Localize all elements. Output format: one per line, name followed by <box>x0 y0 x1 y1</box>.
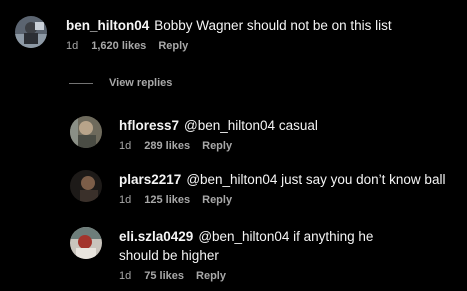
reply-comment: plars2217 @ben_hilton04 just say you don’… <box>70 170 464 206</box>
reply-button[interactable]: Reply <box>202 140 232 152</box>
comment-text-line: ben_hilton04 Bobby Wagner should not be o… <box>66 16 466 35</box>
avatar[interactable] <box>70 170 102 202</box>
avatar-photo-icon <box>70 116 102 148</box>
view-replies-label: View replies <box>109 77 173 89</box>
avatar[interactable] <box>70 227 102 259</box>
reply-button[interactable]: Reply <box>202 194 232 206</box>
reply-meta: 1d 75 likes Reply <box>119 270 389 282</box>
reply-button[interactable]: Reply <box>196 270 226 282</box>
reply-comment: hfloress7 @ben_hilton04 casual 1d 289 lik… <box>70 116 464 152</box>
comment-time: 1d <box>66 40 79 52</box>
reply-likes[interactable]: 289 likes <box>144 140 190 152</box>
reply-mention[interactable]: @ben_hilton04 <box>186 172 277 187</box>
reply-time: 1d <box>119 194 132 206</box>
reply-mention[interactable]: @ben_hilton04 <box>198 229 289 244</box>
reply-body: hfloress7 @ben_hilton04 casual 1d 289 lik… <box>119 116 464 152</box>
avatar[interactable] <box>15 16 47 48</box>
reply-time: 1d <box>119 140 132 152</box>
reply-likes[interactable]: 75 likes <box>144 270 184 282</box>
comment-text: Bobby Wagner should not be on this list <box>154 18 392 33</box>
avatar[interactable] <box>70 116 102 148</box>
reply-username[interactable]: eli.szla0429 <box>119 229 193 244</box>
view-replies-button[interactable]: View replies <box>69 77 172 89</box>
reply-username[interactable]: hfloress7 <box>119 118 179 133</box>
reply-comment: eli.szla0429 @ben_hilton04 if anything he… <box>70 227 389 282</box>
reply-mention[interactable]: @ben_hilton04 <box>184 118 275 133</box>
comment-meta: 1d 1,620 likes Reply <box>66 40 466 52</box>
reply-likes[interactable]: 125 likes <box>144 194 190 206</box>
comment-username[interactable]: ben_hilton04 <box>66 18 149 33</box>
view-replies-divider <box>69 82 93 84</box>
reply-meta: 1d 125 likes Reply <box>119 194 464 206</box>
reply-username[interactable]: plars2217 <box>119 172 181 187</box>
reply-body: plars2217 @ben_hilton04 just say you don’… <box>119 170 464 206</box>
reply-text: just say you don’t know ball <box>281 172 446 187</box>
reply-body: eli.szla0429 @ben_hilton04 if anything he… <box>119 227 389 282</box>
reply-text-line: plars2217 @ben_hilton04 just say you don’… <box>119 170 464 189</box>
comment-body: ben_hilton04 Bobby Wagner should not be o… <box>66 16 466 52</box>
comment-likes[interactable]: 1,620 likes <box>91 40 146 52</box>
avatar-photo-icon <box>70 227 102 259</box>
reply-time: 1d <box>119 270 132 282</box>
reply-text-line: hfloress7 @ben_hilton04 casual <box>119 116 464 135</box>
reply-meta: 1d 289 likes Reply <box>119 140 464 152</box>
avatar-photo-icon <box>70 170 102 202</box>
reply-text: casual <box>278 118 318 133</box>
avatar-photo-icon <box>15 16 47 48</box>
comment-top: ben_hilton04 Bobby Wagner should not be o… <box>15 16 466 52</box>
reply-text-line: eli.szla0429 @ben_hilton04 if anything he… <box>119 227 389 265</box>
reply-button[interactable]: Reply <box>158 40 188 52</box>
